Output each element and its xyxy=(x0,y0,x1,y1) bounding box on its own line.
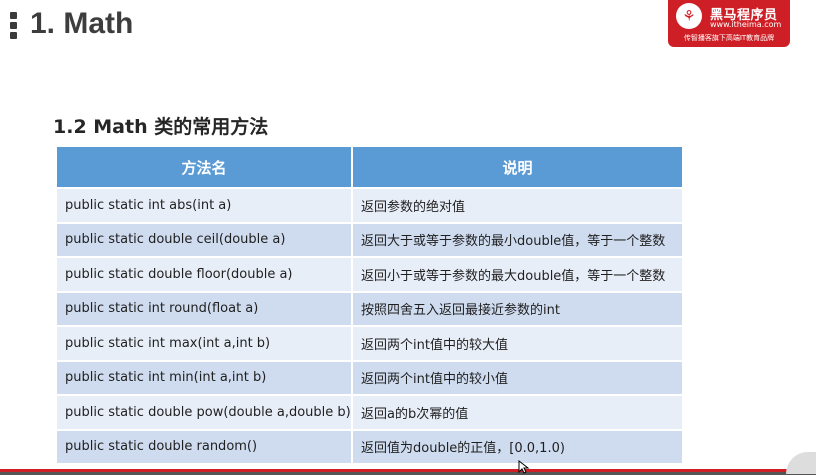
table-row: public static int abs(int a) 返回参数的绝对值 xyxy=(57,187,682,223)
table-row: public static int round(float a) 按照四舍五入返… xyxy=(57,290,682,326)
description-cell: 返回值为double的正值，[0.0,1.0) xyxy=(352,428,682,463)
table-row: public static double pow(double a,double… xyxy=(57,394,682,430)
method-cell: public static int round(float a) xyxy=(57,290,353,326)
table-row: public static int min(int a,int b) 返回两个i… xyxy=(57,359,682,395)
method-cell: public static int min(int a,int b) xyxy=(57,359,353,395)
table-row: public static double ceil(double a) 返回大于… xyxy=(57,221,682,257)
header-method-name: 方法名 xyxy=(57,147,353,188)
description-cell: 返回小于或等于参数的最大double值，等于一个整数 xyxy=(352,256,682,292)
table-row: public static int max(int a,int b) 返回两个i… xyxy=(57,325,682,361)
method-cell: public static double pow(double a,double… xyxy=(57,394,353,430)
description-cell: 返回a的b次幂的值 xyxy=(352,394,682,430)
logo-slogan: 传智播客旗下高端IT教育品牌 xyxy=(683,34,775,42)
horse-logo-icon: ⚘ xyxy=(676,3,702,29)
description-cell: 返回大于或等于参数的最小double值，等于一个整数 xyxy=(352,221,682,257)
description-cell: 返回两个int值中的较小值 xyxy=(352,359,682,395)
table-row: public static double random() 返回值为double… xyxy=(57,428,682,463)
logo-url: www.itheima.com xyxy=(710,20,782,29)
method-cell: public static double random() xyxy=(57,428,353,463)
brand-logo: ⚘ 黑马程序员 www.itheima.com 传智播客旗下高端IT教育品牌 xyxy=(668,0,790,47)
method-cell: public static int abs(int a) xyxy=(57,187,353,223)
title-bullet-icon xyxy=(10,12,18,42)
page-curl-icon[interactable] xyxy=(786,452,816,474)
description-cell: 返回两个int值中的较大值 xyxy=(352,325,682,361)
method-cell: public static double ceil(double a) xyxy=(57,221,353,257)
header-description: 说明 xyxy=(352,147,682,188)
table-row: public static double floor(double a) 返回小… xyxy=(57,256,682,292)
table-header-row: 方法名 说明 xyxy=(57,147,682,188)
section-title: 1.2 Math 类的常用方法 xyxy=(53,116,269,138)
mouse-cursor-icon xyxy=(518,460,530,474)
method-cell: public static double floor(double a) xyxy=(57,256,353,292)
slide-title: 1. Math xyxy=(30,7,134,40)
description-cell: 按照四舍五入返回最接近参数的int xyxy=(352,290,682,326)
methods-table: 方法名 说明 public static int abs(int a) 返回参数… xyxy=(57,147,682,463)
method-cell: public static int max(int a,int b) xyxy=(57,325,353,361)
description-cell: 返回参数的绝对值 xyxy=(352,187,682,223)
